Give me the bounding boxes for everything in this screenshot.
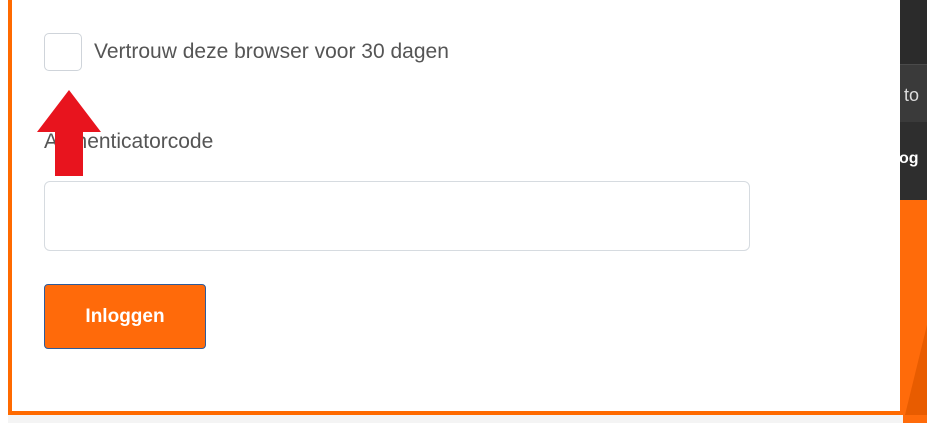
background-text-fragment: to [904, 85, 920, 105]
authenticator-code-input[interactable] [44, 181, 750, 251]
trust-browser-checkbox[interactable] [44, 33, 82, 71]
login-button[interactable]: Inloggen [44, 284, 206, 349]
trust-browser-row: Vertrouw deze browser voor 30 dagen [44, 33, 449, 71]
background-wedge-shape [905, 325, 927, 415]
trust-browser-label: Vertrouw deze browser voor 30 dagen [94, 40, 449, 63]
card-shadow [8, 415, 903, 423]
background-text-fragment: og [899, 150, 919, 167]
red-arrow-up-icon [37, 90, 101, 176]
